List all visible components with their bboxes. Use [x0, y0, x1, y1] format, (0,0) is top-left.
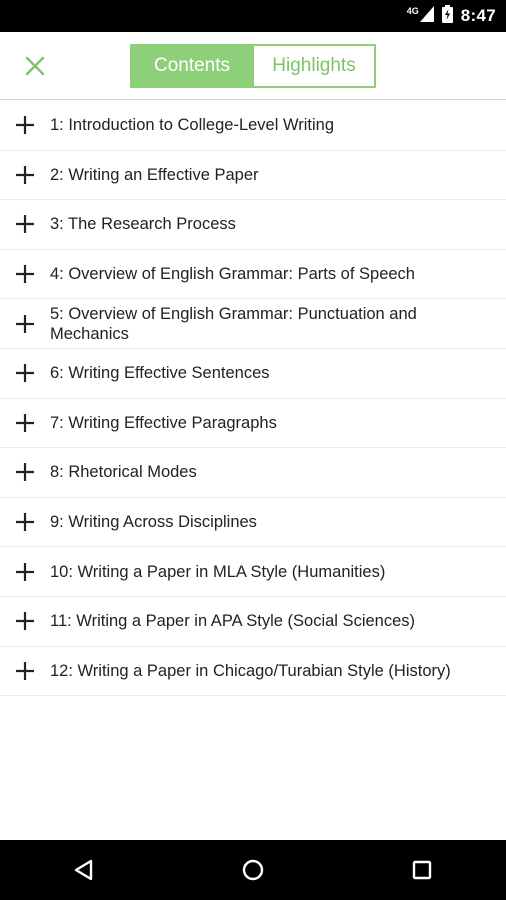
list-item[interactable]: 2: Writing an Effective Paper — [0, 151, 506, 201]
expand-plus-icon[interactable] — [14, 313, 36, 335]
status-bar: 4G 8:47 — [0, 0, 506, 32]
expand-plus-icon[interactable] — [14, 461, 36, 483]
expand-plus-icon[interactable] — [14, 561, 36, 583]
tab-highlights[interactable]: Highlights — [252, 46, 374, 86]
list-item[interactable]: 9: Writing Across Disciplines — [0, 498, 506, 548]
chapter-label: 4: Overview of English Grammar: Parts of… — [50, 265, 415, 284]
list-item[interactable]: 7: Writing Effective Paragraphs — [0, 399, 506, 449]
close-button[interactable] — [20, 51, 50, 81]
chapter-label: 5: Overview of English Grammar: Punctuat… — [50, 304, 417, 343]
navigation-bar — [0, 840, 506, 900]
chapter-label: 10: Writing a Paper in MLA Style (Humani… — [50, 562, 386, 581]
list-item[interactable]: 1: Introduction to College-Level Writing — [0, 101, 506, 151]
recents-icon — [412, 860, 431, 880]
list-item[interactable]: 5: Overview of English Grammar: Punctuat… — [0, 299, 506, 349]
expand-plus-icon[interactable] — [14, 164, 36, 186]
chapter-list: 1: Introduction to College-Level Writing… — [0, 101, 506, 697]
app-bar: Contents Highlights — [0, 32, 506, 100]
chapter-label: 6: Writing Effective Sentences — [50, 364, 270, 383]
clock: 8:47 — [460, 6, 496, 25]
chapter-label: 2: Writing an Effective Paper — [50, 165, 259, 184]
list-item[interactable]: 4: Overview of English Grammar: Parts of… — [0, 250, 506, 300]
close-icon — [25, 56, 45, 76]
signal-icon — [419, 5, 434, 27]
chapter-label: 8: Rhetorical Modes — [50, 463, 197, 482]
expand-plus-icon[interactable] — [14, 660, 36, 682]
recents-button[interactable] — [407, 855, 437, 885]
expand-plus-icon[interactable] — [14, 213, 36, 235]
expand-plus-icon[interactable] — [14, 114, 36, 136]
chapter-label: 1: Introduction to College-Level Writing — [50, 116, 335, 135]
expand-plus-icon[interactable] — [14, 610, 36, 632]
back-icon — [75, 859, 93, 881]
expand-plus-icon[interactable] — [14, 511, 36, 533]
expand-plus-icon[interactable] — [14, 362, 36, 384]
home-button[interactable] — [238, 855, 268, 885]
list-item[interactable]: 6: Writing Effective Sentences — [0, 349, 506, 399]
list-item[interactable]: 8: Rhetorical Modes — [0, 448, 506, 498]
tab-switcher: Contents Highlights — [130, 44, 376, 88]
network-type: 4G — [406, 6, 419, 16]
chapter-label: 11: Writing a Paper in APA Style (Social… — [50, 612, 416, 631]
battery-icon — [441, 4, 453, 28]
list-item[interactable]: 11: Writing a Paper in APA Style (Social… — [0, 597, 506, 647]
chapter-label: 12: Writing a Paper in Chicago/Turabian … — [50, 661, 451, 680]
home-icon — [242, 859, 264, 881]
chapter-label: 3: The Research Process — [50, 215, 236, 234]
expand-plus-icon[interactable] — [14, 412, 36, 434]
chapter-label: 9: Writing Across Disciplines — [50, 513, 257, 532]
expand-plus-icon[interactable] — [14, 263, 36, 285]
back-button[interactable] — [69, 855, 99, 885]
list-item[interactable]: 10: Writing a Paper in MLA Style (Humani… — [0, 547, 506, 597]
list-item[interactable]: 3: The Research Process — [0, 200, 506, 250]
chapter-label: 7: Writing Effective Paragraphs — [50, 413, 277, 432]
tab-contents[interactable]: Contents — [132, 46, 252, 86]
list-item[interactable]: 12: Writing a Paper in Chicago/Turabian … — [0, 647, 506, 697]
